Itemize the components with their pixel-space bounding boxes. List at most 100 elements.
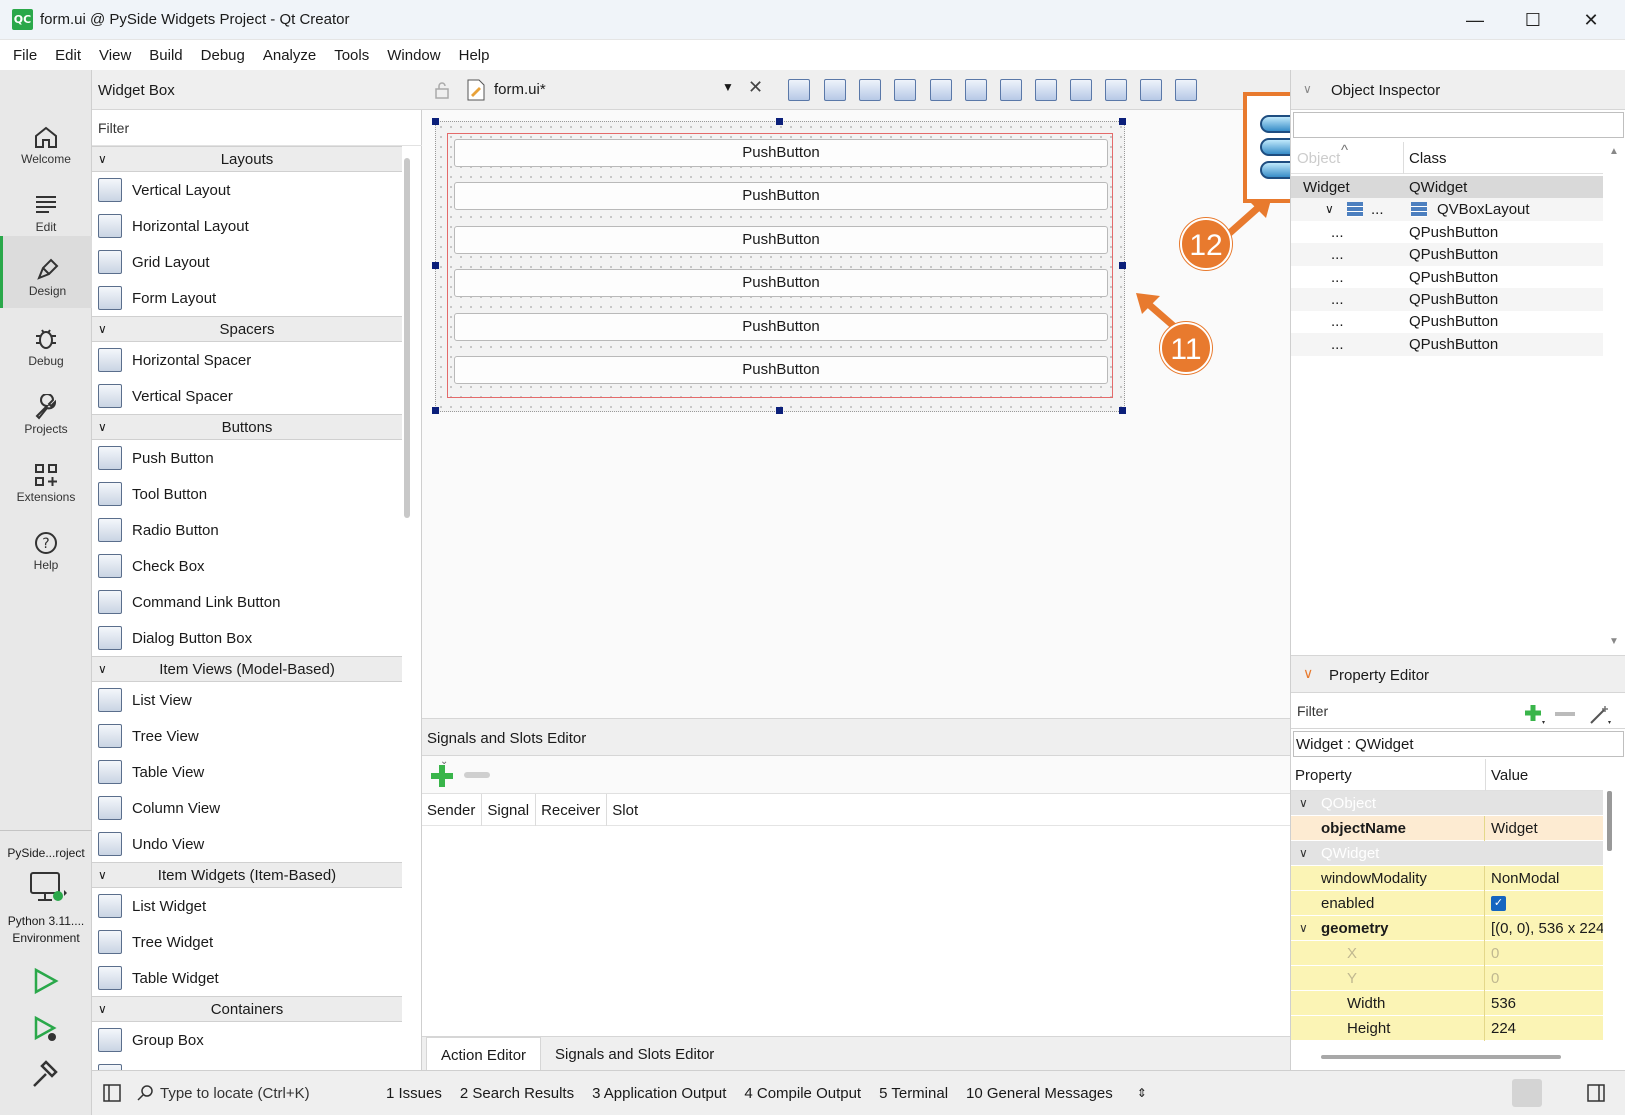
scroll-up-icon[interactable]: ▲ bbox=[1609, 146, 1619, 157]
push-button-3[interactable]: PushButton bbox=[454, 226, 1108, 254]
adjust-size-icon[interactable] bbox=[1175, 79, 1197, 101]
property-row[interactable]: enabled ✓ bbox=[1291, 891, 1603, 916]
col-slot[interactable]: Slot bbox=[607, 794, 644, 826]
layout-splitter-v-icon[interactable] bbox=[1035, 79, 1057, 101]
property-value[interactable]: [(0, 0), 536 x 224] bbox=[1487, 916, 1603, 941]
break-layout-icon[interactable] bbox=[1140, 79, 1162, 101]
widget-box-item[interactable]: Tree View bbox=[92, 718, 402, 754]
run-icon[interactable] bbox=[30, 966, 60, 996]
chevron-down-icon[interactable]: ▼ bbox=[722, 80, 734, 94]
vertical-layout-box[interactable]: PushButton PushButton PushButton PushBut… bbox=[447, 133, 1113, 398]
col-value[interactable]: Value bbox=[1491, 767, 1528, 784]
property-hscrollbar[interactable] bbox=[1321, 1055, 1561, 1059]
widget-box-item[interactable]: Scroll Area bbox=[92, 1058, 402, 1070]
property-row[interactable]: X0 bbox=[1291, 941, 1603, 966]
push-button-6[interactable]: PushButton bbox=[454, 356, 1108, 384]
col-receiver[interactable]: Receiver bbox=[536, 794, 608, 826]
col-sender[interactable]: Sender bbox=[422, 794, 483, 826]
widget-category[interactable]: ∨ Spacers bbox=[92, 316, 402, 342]
object-row[interactable]: ... ∨ QVBoxLayout bbox=[1291, 198, 1603, 222]
editor-filename[interactable]: form.ui* bbox=[494, 81, 546, 98]
resize-handle[interactable] bbox=[1119, 407, 1126, 414]
tab-action-editor[interactable]: Action Editor bbox=[426, 1037, 542, 1070]
edit-widgets-icon[interactable] bbox=[788, 79, 810, 101]
scroll-down-icon[interactable]: ▼ bbox=[1609, 636, 1619, 647]
close-document-button[interactable]: ✕ bbox=[748, 77, 763, 98]
mode-welcome[interactable]: Welcome bbox=[0, 116, 92, 184]
project-name[interactable]: PySide...roject bbox=[0, 846, 92, 860]
debug-run-icon[interactable] bbox=[30, 1014, 60, 1044]
property-row[interactable]: Width 536 bbox=[1291, 991, 1603, 1016]
object-row[interactable]: ... QPushButton bbox=[1291, 266, 1603, 289]
enabled-checkbox[interactable]: ✓ bbox=[1491, 896, 1506, 911]
widget-box-item[interactable]: Grid Layout bbox=[92, 244, 402, 280]
menu-analyze[interactable]: Analyze bbox=[254, 47, 325, 64]
object-inspector-scrollbar[interactable]: ▲ ▼ bbox=[1605, 142, 1625, 652]
layout-vertical-icon[interactable] bbox=[965, 79, 987, 101]
property-group-row[interactable]: ∨ QWidget bbox=[1291, 841, 1603, 866]
widget-box-item[interactable]: Group Box bbox=[92, 1022, 402, 1058]
chevron-updown-icon[interactable]: ⇕ bbox=[1137, 1086, 1147, 1100]
property-row[interactable]: windowModality NonModal bbox=[1291, 866, 1603, 891]
build-hammer-icon[interactable] bbox=[30, 1060, 60, 1090]
resize-handle[interactable] bbox=[776, 407, 783, 414]
pane-application-output[interactable]: 3 Application Output bbox=[592, 1085, 726, 1102]
object-row[interactable]: ... QPushButton bbox=[1291, 310, 1603, 333]
object-row[interactable]: ... QPushButton bbox=[1291, 332, 1603, 356]
widget-category[interactable]: ∨ Item Views (Model-Based) bbox=[92, 656, 402, 682]
object-row[interactable]: ... QPushButton bbox=[1291, 221, 1603, 244]
widget-category[interactable]: ∨ Buttons bbox=[92, 414, 402, 440]
widget-box-item[interactable]: Form Layout bbox=[92, 280, 402, 316]
mode-help[interactable]: ? Help bbox=[0, 522, 92, 590]
signals-table[interactable] bbox=[422, 826, 1290, 1036]
widget-box-item[interactable]: Tool Button bbox=[92, 476, 402, 512]
mode-extensions[interactable]: Extensions bbox=[0, 454, 92, 522]
menu-edit[interactable]: Edit bbox=[46, 47, 90, 64]
widget-box-item[interactable]: Tree Widget bbox=[92, 924, 402, 960]
edit-tab-order-icon[interactable] bbox=[894, 79, 916, 101]
chevron-down-icon[interactable]: ∨ bbox=[1303, 665, 1313, 682]
widget-box-filter[interactable]: Filter bbox=[92, 110, 422, 146]
property-group-row[interactable]: ∨ QObject bbox=[1291, 791, 1603, 816]
resize-handle[interactable] bbox=[776, 118, 783, 125]
object-row-root[interactable]: Widget QWidget bbox=[1291, 176, 1603, 199]
menu-build[interactable]: Build bbox=[140, 47, 191, 64]
pane-general-messages[interactable]: 10 General Messages bbox=[966, 1085, 1113, 1102]
property-scrollbar[interactable] bbox=[1607, 791, 1612, 851]
mode-debug[interactable]: Debug bbox=[0, 318, 92, 386]
widget-category[interactable]: ∨ Layouts bbox=[92, 146, 402, 172]
object-inspector-filter[interactable] bbox=[1293, 112, 1624, 138]
pane-search-results[interactable]: 2 Search Results bbox=[460, 1085, 574, 1102]
chevron-down-icon[interactable]: ∨ bbox=[1325, 198, 1334, 221]
resize-handle[interactable] bbox=[432, 262, 439, 269]
widget-box-item[interactable]: Table Widget bbox=[92, 960, 402, 996]
tab-signals-slots[interactable]: Signals and Slots Editor bbox=[541, 1037, 728, 1070]
widget-box-item[interactable]: Table View bbox=[92, 754, 402, 790]
property-value[interactable]: Widget bbox=[1487, 816, 1603, 841]
pane-issues[interactable]: 1 Issues bbox=[386, 1085, 442, 1102]
widget-box-item[interactable]: Push Button bbox=[92, 440, 402, 476]
toggle-sidebar-icon[interactable] bbox=[102, 1083, 122, 1103]
edit-signals-icon[interactable] bbox=[824, 79, 846, 101]
widget-box-item[interactable]: List Widget bbox=[92, 888, 402, 924]
resize-handle[interactable] bbox=[1119, 262, 1126, 269]
property-value[interactable]: 0 bbox=[1487, 966, 1603, 991]
widget-box-item[interactable]: Vertical Layout bbox=[92, 172, 402, 208]
widget-box-item[interactable]: Undo View bbox=[92, 826, 402, 862]
locator-input[interactable]: Type to locate (Ctrl+K) bbox=[160, 1085, 386, 1102]
widget-box-item[interactable]: Vertical Spacer bbox=[92, 378, 402, 414]
edit-buddies-icon[interactable] bbox=[859, 79, 881, 101]
property-filter[interactable]: Filter bbox=[1291, 693, 1625, 729]
resize-handle[interactable] bbox=[432, 118, 439, 125]
property-value[interactable]: NonModal bbox=[1487, 866, 1603, 891]
add-property-icon[interactable] bbox=[1523, 703, 1547, 725]
minimize-button[interactable]: — bbox=[1446, 0, 1504, 40]
pane-compile-output[interactable]: 4 Compile Output bbox=[744, 1085, 861, 1102]
object-row[interactable]: ... QPushButton bbox=[1291, 243, 1603, 267]
property-row[interactable]: Y0 bbox=[1291, 966, 1603, 991]
mode-design[interactable]: Design bbox=[0, 236, 92, 308]
remove-property-icon[interactable] bbox=[1555, 712, 1575, 716]
widget-box-item[interactable]: Check Box bbox=[92, 548, 402, 584]
col-signal[interactable]: Signal bbox=[482, 794, 537, 826]
push-button-4[interactable]: PushButton bbox=[454, 269, 1108, 297]
